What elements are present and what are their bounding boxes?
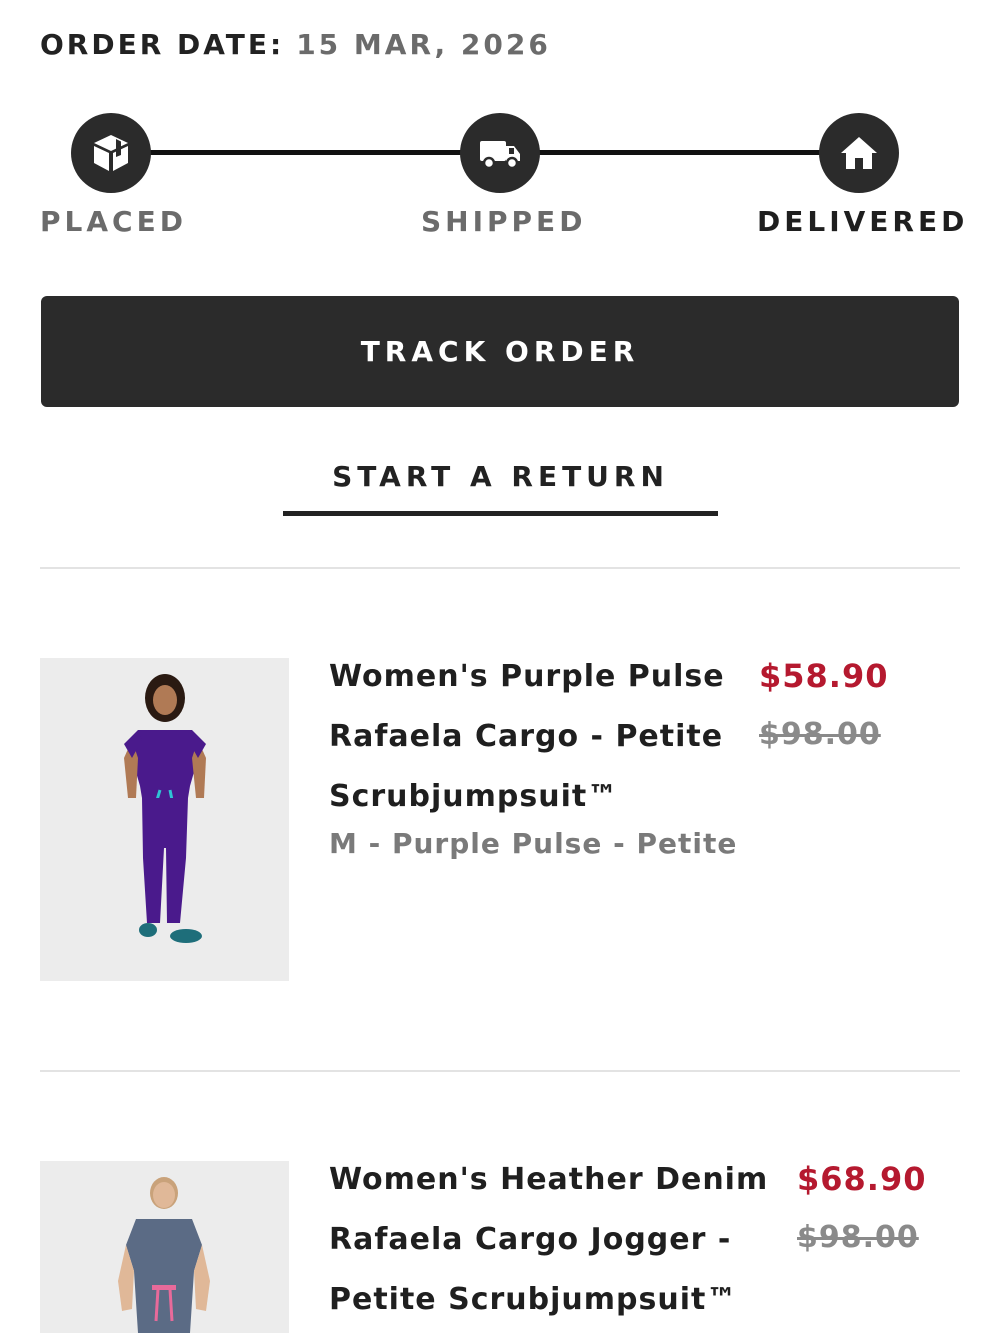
original-price: $98.00	[797, 1220, 919, 1255]
order-date: ORDER DATE: 15 MAR, 2026	[40, 28, 551, 61]
tracker-line-1	[150, 150, 462, 155]
tracker-line-2	[538, 150, 821, 155]
step-placed	[71, 113, 151, 193]
product-image[interactable]	[40, 1161, 289, 1333]
product-name[interactable]: Women's Heather Denim Rafaela Cargo Jogg…	[329, 1150, 769, 1330]
product-variant: M - Purple Pulse - Petite	[329, 827, 738, 860]
product-name-line: Women's Heather Denim	[329, 1162, 769, 1197]
product-name-line: Rafaela Cargo - Petite	[329, 719, 724, 754]
step-label-shipped: SHIPPED	[421, 205, 587, 238]
original-price: $98.00	[759, 717, 881, 752]
track-order-button[interactable]: TRACK ORDER	[41, 296, 959, 407]
product-name[interactable]: Women's Purple Pulse Rafaela Cargo - Pet…	[329, 647, 744, 827]
step-label-placed: PLACED	[40, 205, 187, 238]
step-label-delivered: DELIVERED	[757, 205, 969, 238]
divider	[40, 1070, 960, 1072]
order-details-page: ORDER DATE: 15 MAR, 2026 PLACED SHIPPED …	[0, 0, 1000, 1333]
step-delivered	[819, 113, 899, 193]
start-return-link[interactable]: START A RETURN	[283, 460, 718, 516]
order-date-value: 15 MAR, 2026	[296, 28, 551, 61]
product-name-line: Women's Purple Pulse	[329, 659, 725, 694]
step-shipped	[460, 113, 540, 193]
order-date-label: ORDER DATE:	[40, 28, 285, 61]
divider	[40, 567, 960, 569]
sale-price: $68.90	[797, 1160, 927, 1198]
product-name-line: Petite Scrubjumpsuit™	[329, 1282, 738, 1317]
product-name-line: Scrubjumpsuit™	[329, 779, 619, 814]
product-name-line: Rafaela Cargo Jogger -	[329, 1222, 732, 1257]
sale-price: $58.90	[759, 657, 889, 695]
product-image[interactable]	[40, 658, 289, 981]
